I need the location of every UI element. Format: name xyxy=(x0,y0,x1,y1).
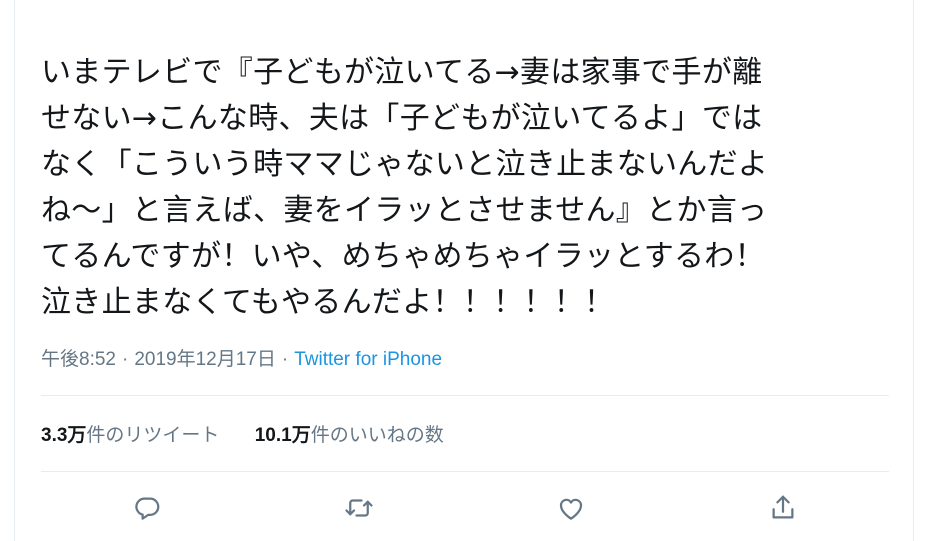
meta-separator: · xyxy=(121,349,129,370)
tweet-text-line: せない→こんな時、夫は「子どもが泣いてるよ」では xyxy=(41,101,763,136)
share-button[interactable] xyxy=(761,486,805,530)
like-button[interactable] xyxy=(549,486,593,530)
tweet-text-line: てるんですが！いや、めちゃめちゃイラッとするわ！ xyxy=(41,239,765,274)
tweet-text: いまテレビで『子どもが泣いてる→妻は家事で手が離 せない→こんな時、夫は「子ども… xyxy=(41,50,901,326)
retweet-icon xyxy=(345,499,373,517)
reply-button[interactable] xyxy=(125,486,169,530)
tweet-text-line: いまテレビで『子どもが泣いてる→妻は家事で手が離 xyxy=(41,55,763,90)
tweet-actions xyxy=(41,486,889,530)
retweet-button[interactable] xyxy=(337,486,381,530)
likes-label: 件のいいねの数 xyxy=(310,425,444,446)
divider xyxy=(41,395,889,396)
retweets-stat[interactable]: 3.3万件のリツイート xyxy=(41,420,219,447)
tweet-card: いまテレビで『子どもが泣いてる→妻は家事で手が離 せない→こんな時、夫は「子ども… xyxy=(14,0,914,541)
meta-separator: · xyxy=(281,349,289,370)
heart-icon xyxy=(559,498,583,520)
tweet-metadata: 午後8:52 · 2019年12月17日 · Twitter for iPhone xyxy=(41,344,442,371)
reply-icon xyxy=(135,497,160,520)
tweet-time[interactable]: 午後8:52 xyxy=(41,349,116,370)
tweet-stats: 3.3万件のリツイート 10.1万件のいいねの数 xyxy=(41,420,474,447)
tweet-text-line: なく「こういう時ママじゃないと泣き止まないんだよ xyxy=(41,147,769,182)
divider xyxy=(41,471,889,472)
tweet-source-link[interactable]: Twitter for iPhone xyxy=(294,349,442,370)
retweets-label: 件のリツイート xyxy=(86,425,220,446)
retweets-count: 3.3万 xyxy=(41,425,87,446)
likes-stat[interactable]: 10.1万件のいいねの数 xyxy=(255,420,444,447)
tweet-text-line: ね〜」と言えば、妻をイラッとさせません』とか言っ xyxy=(41,193,768,228)
share-icon xyxy=(772,495,794,519)
tweet-text-line: 泣き止まなくてもやるんだよ！！！！！！ xyxy=(41,285,615,320)
likes-count: 10.1万 xyxy=(254,425,311,446)
tweet-date[interactable]: 2019年12月17日 xyxy=(134,349,276,370)
